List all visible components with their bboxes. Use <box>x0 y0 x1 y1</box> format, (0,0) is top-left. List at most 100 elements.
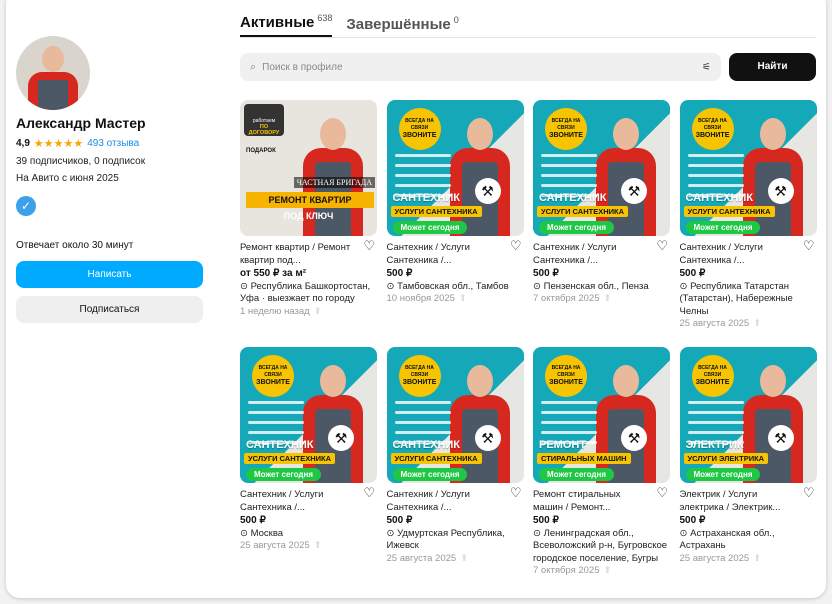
tools-icon: ⚒ <box>474 178 501 204</box>
banner-subline: УСЛУГИ САНТЕХНИКА <box>537 206 628 217</box>
banner-headline: САНТЕХНИК <box>392 439 461 451</box>
listing-price: 500 ₽ <box>386 268 413 279</box>
favorite-heart-icon[interactable]: ♡ <box>803 486 815 500</box>
listing-card[interactable]: ВСЕГДА НА СВЯЗИ ЗВОНИТЕ ⚒ САНТЕХНИК УСЛУГ… <box>679 100 817 347</box>
banner-headline: САНТЕХНИК <box>539 192 607 204</box>
promote-arrow-icon: ⬆ <box>458 293 467 304</box>
favorite-heart-icon[interactable]: ♡ <box>363 486 375 500</box>
listing-price: 500 ₽ <box>533 268 559 279</box>
listing-card[interactable]: ВСЕГДА НА СВЯЗИ ЗВОНИТЕ ⚒ САНТЕХНИК УСЛУГ… <box>386 100 524 347</box>
call-bubble: ВСЕГДА НА СВЯЗИ ЗВОНИТЕ <box>691 108 734 150</box>
listing-image[interactable]: ВСЕГДА НА СВЯЗИ ЗВОНИТЕ ⚒ РЕМОНТ СТИРАЛЬН… <box>533 347 670 483</box>
banner-headline: РЕМОНТ <box>539 439 587 451</box>
listing-location: ⊙ Тамбовская обл., Тамбов <box>386 280 509 292</box>
listing-image[interactable]: ВСЕГДА НА СВЯЗИ ЗВОНИТЕ ⚒ ЭЛЕКТРИК УСЛУГИ… <box>679 347 817 483</box>
tools-icon: ⚒ <box>767 178 794 204</box>
subscribe-button[interactable]: Подписаться <box>16 296 203 323</box>
favorite-heart-icon[interactable]: ♡ <box>803 239 815 253</box>
listing-location: ⊙ Ленинградская обл., Всеволожский р-н, … <box>533 527 668 564</box>
listing-price: 500 ₽ <box>240 515 266 526</box>
available-today-badge: Может сегодня <box>539 221 614 234</box>
banner-headline: САНТЕХНИК <box>685 192 754 204</box>
listing-location: ⊙ Удмуртская Республика, Ижевск <box>386 527 505 552</box>
banner-subline: СТИРАЛЬНЫХ МАШИН <box>537 453 631 464</box>
available-today-badge: Может сегодня <box>685 468 761 481</box>
listing-image[interactable]: ВСЕГДА НА СВЯЗИ ЗВОНИТЕ ⚒ САНТЕХНИК УСЛУГ… <box>533 100 670 236</box>
listing-image[interactable]: работаем ПО ДОГОВОРУ ПОДАРОК ЧАСТНАЯ БРИГ… <box>240 100 377 236</box>
available-today-badge: Может сегодня <box>246 468 321 481</box>
call-bubble: ВСЕГДА НА СВЯЗИ ЗВОНИТЕ <box>398 108 441 150</box>
promote-arrow-icon: ⬆ <box>460 552 469 564</box>
tools-icon: ⚒ <box>328 425 354 451</box>
listing-card[interactable]: работаем ПО ДОГОВОРУ ПОДАРОК ЧАСТНАЯ БРИГ… <box>240 100 377 347</box>
location-pin-icon: ⊙ <box>240 280 251 292</box>
favorite-heart-icon[interactable]: ♡ <box>656 239 668 253</box>
banner-headline: САНТЕХНИК <box>392 192 461 204</box>
contract-badge: работаем ПО ДОГОВОРУ <box>244 104 284 136</box>
listing-card[interactable]: ВСЕГДА НА СВЯЗИ ЗВОНИТЕ ⚒ РЕМОНТ СТИРАЛЬН… <box>533 347 670 594</box>
listing-card[interactable]: ВСЕГДА НА СВЯЗИ ЗВОНИТЕ ⚒ САНТЕХНИК УСЛУГ… <box>386 347 524 594</box>
listing-title[interactable]: Сантехник / Услуги Сантехника /... <box>387 242 505 267</box>
listing-card[interactable]: ВСЕГДА НА СВЯЗИ ЗВОНИТЕ ⚒ ЭЛЕКТРИК УСЛУГИ… <box>679 347 817 594</box>
reviews-link[interactable]: 493 отзыва <box>87 138 139 149</box>
call-bubble: ВСЕГДА НА СВЯЗИ ЗВОНИТЕ <box>545 108 587 150</box>
banner-subline: ПОД КЛЮЧ <box>283 211 334 221</box>
tab-completed[interactable]: Завершённые 0 <box>346 15 458 37</box>
listing-title[interactable]: Сантехник / Услуги Сантехника /... <box>240 489 358 514</box>
favorite-heart-icon[interactable]: ♡ <box>510 486 522 500</box>
banner-headline: РЕМОНТ КВАРТИР <box>246 192 374 208</box>
search-button[interactable]: Найти <box>729 53 816 81</box>
listing-title[interactable]: Сантехник / Услуги Сантехника /... <box>533 242 651 267</box>
listing-title[interactable]: Ремонт стиральных машин / Ремонт... <box>533 489 651 514</box>
listing-date: 25 августа 2025 ⬆ <box>240 540 322 551</box>
rating-row: 4,9 ★★★★★ 493 отзыва <box>16 137 203 150</box>
tab-count: 638 <box>317 13 333 23</box>
search-placeholder: Поиск в профиле <box>262 61 343 73</box>
listing-price: от 550 ₽ за м² <box>240 268 307 279</box>
tab-active[interactable]: Активные 638 <box>240 13 333 37</box>
favorite-heart-icon[interactable]: ♡ <box>656 486 668 500</box>
call-bubble: ВСЕГДА НА СВЯЗИ ЗВОНИТЕ <box>691 355 734 397</box>
avatar[interactable] <box>16 36 90 110</box>
tabs: Активные 638 Завершённые 0 <box>240 0 816 38</box>
listing-date: 10 ноября 2025 ⬆ <box>386 293 467 304</box>
listing-image[interactable]: ВСЕГДА НА СВЯЗИ ЗВОНИТЕ ⚒ САНТЕХНИК УСЛУГ… <box>386 100 524 236</box>
location-pin-icon: ⊙ <box>386 527 398 539</box>
listing-title[interactable]: Сантехник / Услуги Сантехника /... <box>387 489 505 514</box>
location-pin-icon: ⊙ <box>679 527 691 539</box>
rating-value: 4,9 <box>16 138 30 149</box>
listing-location: ⊙ Москва <box>240 527 284 539</box>
tab-label: Завершённые <box>346 16 451 33</box>
banner-headline: ЭЛЕКТРИК <box>685 439 744 451</box>
listing-image[interactable]: ВСЕГДА НА СВЯЗИ ЗВОНИТЕ ⚒ САНТЕХНИК УСЛУГ… <box>386 347 524 483</box>
available-today-badge: Может сегодня <box>392 221 468 234</box>
favorite-heart-icon[interactable]: ♡ <box>363 239 375 253</box>
listing-price: 500 ₽ <box>533 515 559 526</box>
write-message-button[interactable]: Написать <box>16 261 203 288</box>
tools-icon: ⚒ <box>621 425 647 451</box>
listing-location: ⊙ Астраханская обл., Астрахань <box>679 527 775 552</box>
search-input[interactable]: ⌕ Поиск в профиле ⚟ <box>240 53 721 81</box>
listing-date: 7 октября 2025 ⬆ <box>533 565 612 576</box>
filter-icon[interactable]: ⚟ <box>702 62 711 73</box>
listing-title[interactable]: Электрик / Услуги электрика / Электрик..… <box>680 489 798 514</box>
profile-name: Александр Мастер <box>16 115 146 131</box>
listing-title[interactable]: Сантехник / Услуги Сантехника /... <box>680 242 798 267</box>
banner-subline: УСЛУГИ САНТЕХНИКА <box>683 206 775 217</box>
listing-card[interactable]: ВСЕГДА НА СВЯЗИ ЗВОНИТЕ ⚒ САНТЕХНИК УСЛУГ… <box>240 347 377 594</box>
listing-image[interactable]: ВСЕГДА НА СВЯЗИ ЗВОНИТЕ ⚒ САНТЕХНИК УСЛУГ… <box>679 100 817 236</box>
tools-icon: ⚒ <box>474 425 501 451</box>
listing-location: ⊙ Республика Башкортостан, Уфа · выезжае… <box>240 280 371 305</box>
favorite-heart-icon[interactable]: ♡ <box>510 239 522 253</box>
listing-title[interactable]: Ремонт квартир / Ремонт квартир под... <box>240 242 358 267</box>
listing-image[interactable]: ВСЕГДА НА СВЯЗИ ЗВОНИТЕ ⚒ САНТЕХНИК УСЛУГ… <box>240 347 377 483</box>
listing-price: 500 ₽ <box>386 515 413 526</box>
reply-time: Отвечает около 30 минут <box>16 240 134 251</box>
gift-label: ПОДАРОК <box>246 148 276 154</box>
listing-location: ⊙ Республика Татарстан (Татарстан), Набе… <box>679 280 793 317</box>
available-today-badge: Может сегодня <box>685 221 761 234</box>
subscribers-count[interactable]: 39 подписчиков, 0 подписок <box>16 156 203 167</box>
promote-arrow-icon: ⬆ <box>313 540 322 551</box>
listing-card[interactable]: ВСЕГДА НА СВЯЗИ ЗВОНИТЕ ⚒ САНТЕХНИК УСЛУГ… <box>533 100 670 347</box>
location-pin-icon: ⊙ <box>533 527 544 539</box>
